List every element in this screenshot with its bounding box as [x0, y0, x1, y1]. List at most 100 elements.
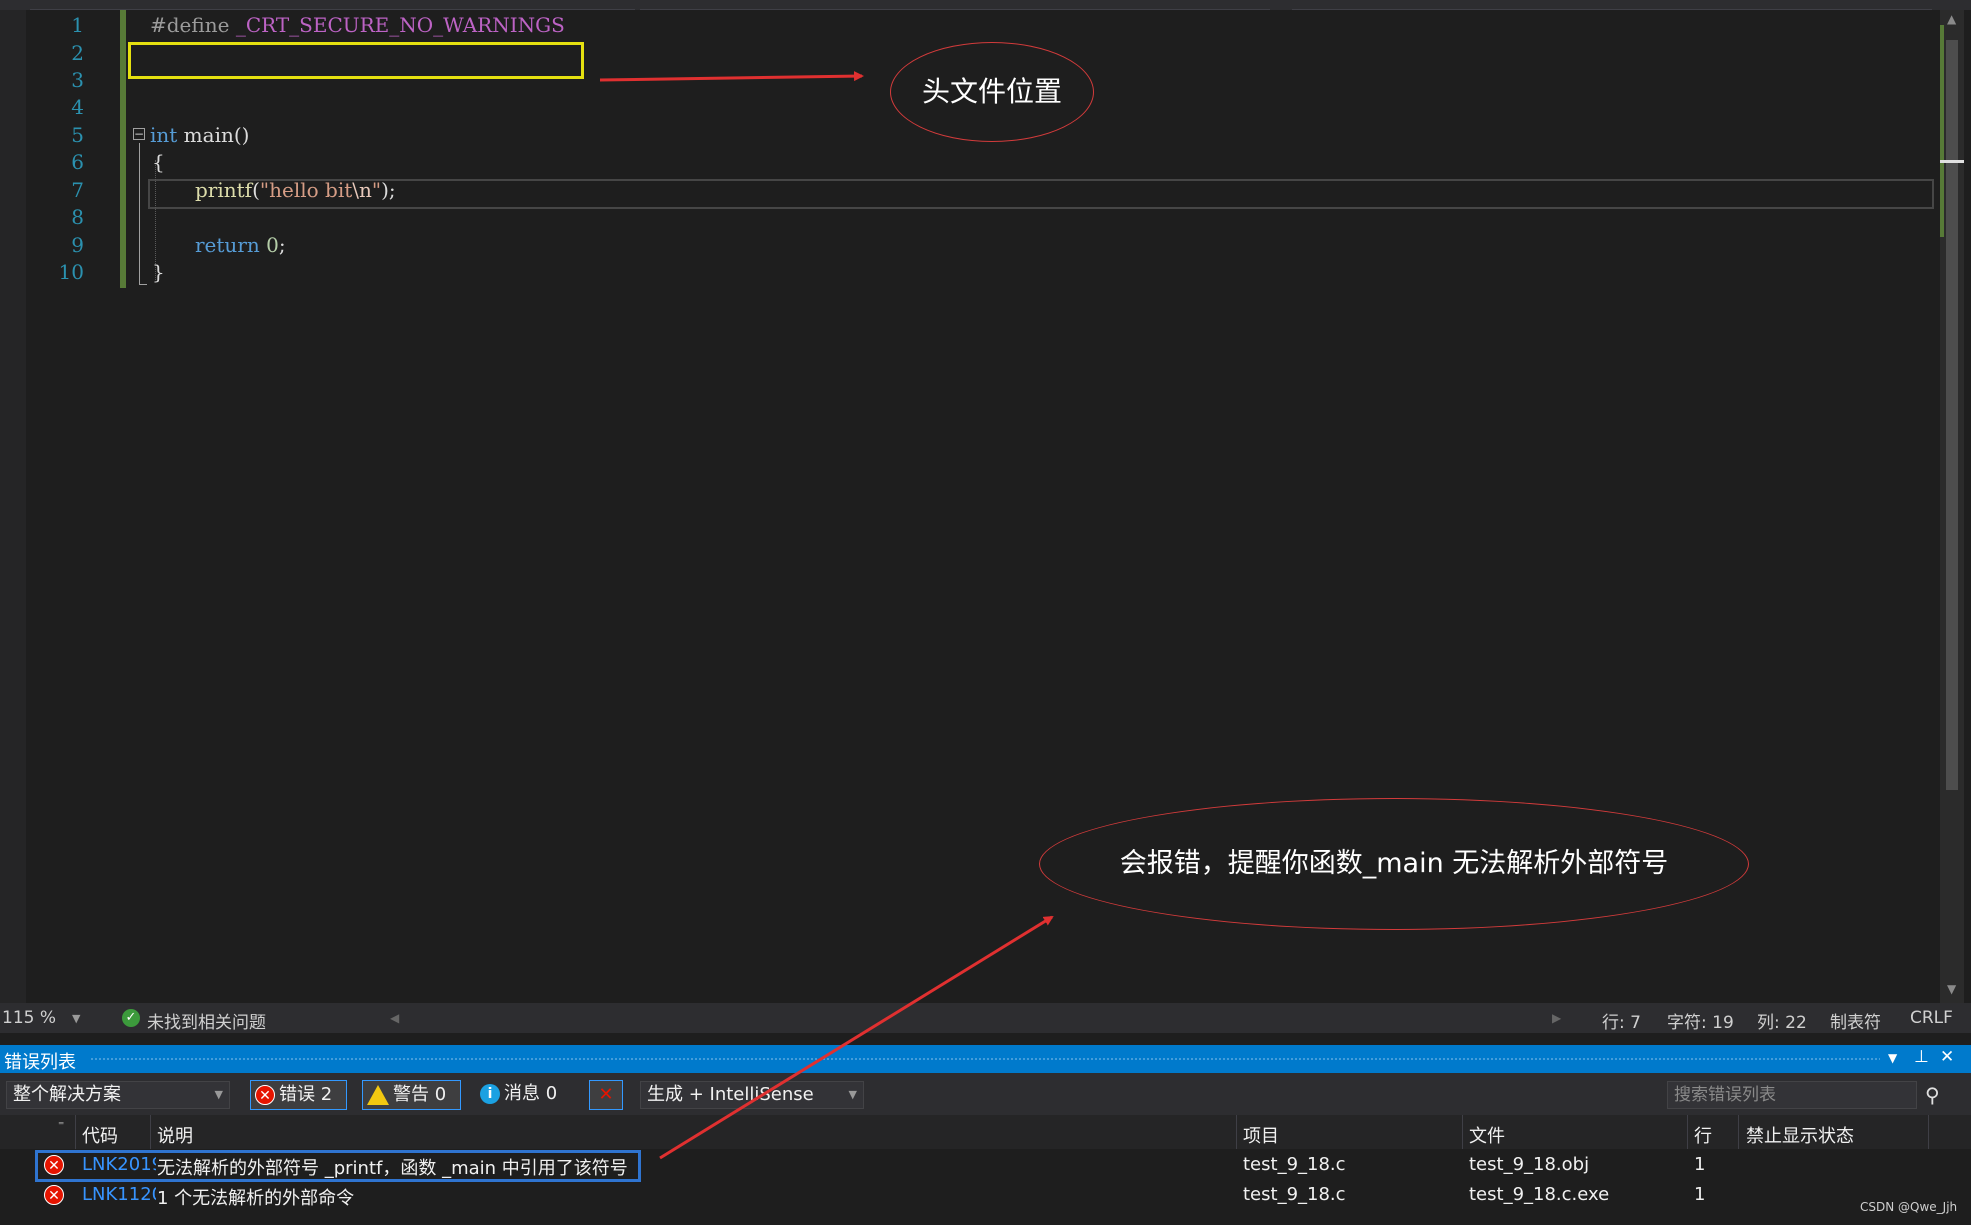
- column-line[interactable]: 行: [1694, 1122, 1712, 1148]
- error-list-titlebar[interactable]: 错误列表 ▼ ⊥ ✕: [0, 1045, 1971, 1073]
- selected-row-outline: [35, 1150, 641, 1182]
- build-source-dropdown[interactable]: 生成 + IntelliSense ▼: [640, 1081, 864, 1109]
- line-ending[interactable]: CRLF: [1910, 1008, 1953, 1028]
- zoom-level[interactable]: 115 %: [2, 1008, 56, 1028]
- macro-name: _CRT_SECURE_NO_WARNINGS: [235, 13, 565, 37]
- zoom-dropdown-icon[interactable]: ▼: [72, 1012, 80, 1025]
- cursor-char: 字符: 19: [1667, 1013, 1734, 1033]
- collapse-icon[interactable]: −: [133, 128, 145, 140]
- error-icon: ✕: [44, 1184, 64, 1205]
- panel-title: 错误列表: [4, 1052, 76, 1073]
- column-divider[interactable]: [75, 1115, 76, 1149]
- messages-count-label: 消息 0: [504, 1083, 558, 1104]
- error-project: test_9_18.c: [1243, 1154, 1346, 1175]
- number-literal: 0: [266, 233, 279, 257]
- error-project: test_9_18.c: [1243, 1184, 1346, 1205]
- column-file[interactable]: 文件: [1469, 1122, 1505, 1148]
- panel-menu-icon[interactable]: ▼: [1888, 1051, 1897, 1065]
- line-number: 4: [71, 95, 84, 119]
- column-divider[interactable]: [1236, 1115, 1237, 1149]
- errors-filter-button[interactable]: ✕ 错误 2: [250, 1080, 347, 1110]
- column-project[interactable]: 项目: [1243, 1122, 1279, 1148]
- scope-dropdown[interactable]: 整个解决方案 ▼: [6, 1081, 230, 1109]
- editor-margin: [0, 10, 26, 1003]
- semicolon: ;: [278, 233, 286, 257]
- column-suppression[interactable]: 禁止显示状态: [1746, 1122, 1854, 1148]
- column-divider[interactable]: [1738, 1115, 1739, 1149]
- open-brace: {: [152, 150, 165, 174]
- escape-sequence: \n: [352, 178, 372, 202]
- search-input[interactable]: 搜索错误列表: [1667, 1081, 1917, 1109]
- line-number: 2: [71, 41, 84, 65]
- chevron-down-icon: ▼: [214, 1088, 223, 1101]
- close-icon[interactable]: ✕: [1940, 1047, 1954, 1067]
- errors-count-label: 错误 2: [279, 1084, 333, 1105]
- keyword-int: int: [150, 123, 178, 147]
- line-number: 10: [58, 260, 84, 284]
- code-line-5[interactable]: int main(): [150, 123, 249, 147]
- statement-end: );: [381, 178, 396, 202]
- string-quote: ": [371, 178, 382, 202]
- info-icon: i: [480, 1084, 500, 1104]
- column-divider[interactable]: [1928, 1115, 1929, 1149]
- paren: (: [252, 178, 260, 202]
- watermark: CSDN @Qwe_Jjh: [1860, 1200, 1958, 1214]
- function-call: printf: [195, 178, 253, 202]
- error-explanation-note: 会报错，提醒你函数_main 无法解析外部符号: [1039, 798, 1749, 930]
- current-line-highlight: [148, 179, 1934, 209]
- code-line-9[interactable]: return 0;: [195, 233, 286, 257]
- tab-region-right[interactable]: [1292, 0, 1932, 10]
- sort-icon[interactable]: ⁼: [58, 1118, 64, 1132]
- scroll-up-icon[interactable]: ▲: [1947, 12, 1956, 26]
- scope-value: 整个解决方案: [13, 1084, 121, 1105]
- column-divider[interactable]: [150, 1115, 151, 1149]
- line-number: 9: [71, 233, 84, 257]
- code-line-7[interactable]: printf("hello bit\n");: [195, 178, 396, 202]
- code-line-10[interactable]: }: [152, 260, 165, 284]
- column-divider[interactable]: [1462, 1115, 1463, 1149]
- tab-region-middle[interactable]: [640, 0, 1270, 10]
- code-line-1[interactable]: #define _CRT_SECURE_NO_WARNINGS: [150, 13, 565, 37]
- error-list-header: ⁼ 代码 说明 项目 文件 行 禁止显示状态: [0, 1115, 1971, 1149]
- issues-status[interactable]: 未找到相关问题: [147, 1008, 266, 1033]
- scroll-right-icon[interactable]: ▶: [1552, 1011, 1561, 1025]
- search-icon[interactable]: ⚲: [1925, 1083, 1940, 1107]
- error-code[interactable]: LNK1120: [82, 1184, 156, 1205]
- indent-mode[interactable]: 制表符: [1830, 1008, 1881, 1033]
- editor-status-bar: 115 % ▼ ✓ 未找到相关问题 ◀ ▶ 行: 7 字符: 19 列: 22 …: [0, 1003, 1971, 1033]
- line-number: 7: [71, 178, 84, 202]
- column-divider[interactable]: [1687, 1115, 1688, 1149]
- scroll-down-icon[interactable]: ▼: [1947, 982, 1956, 996]
- chevron-down-icon: ▼: [848, 1088, 857, 1101]
- table-row[interactable]: ✕ LNK1120 1 个无法解析的外部命令 test_9_18.c test_…: [0, 1181, 1971, 1211]
- pin-icon[interactable]: ⊥: [1914, 1047, 1929, 1067]
- scrollbar-thumb[interactable]: [1946, 40, 1958, 790]
- code-line-6[interactable]: {: [152, 150, 165, 174]
- scrollbar-change-marker: [1940, 25, 1944, 237]
- title-grip: [90, 1057, 1880, 1061]
- line-number: 1: [71, 13, 84, 37]
- check-icon: ✓: [122, 1009, 140, 1027]
- preprocessor-keyword: #define: [150, 13, 230, 37]
- header-location-note: 头文件位置: [890, 42, 1094, 142]
- line-number: 6: [71, 150, 84, 174]
- error-file: test_9_18.obj: [1469, 1154, 1590, 1175]
- fold-guide-end: [139, 284, 147, 285]
- scroll-left-icon[interactable]: ◀: [390, 1011, 399, 1025]
- warnings-filter-button[interactable]: 警告 0: [362, 1080, 461, 1110]
- error-file: test_9_18.c.exe: [1469, 1184, 1610, 1205]
- error-line: 1: [1694, 1184, 1706, 1205]
- visual-studio-window: 1 2 3 4 5 6 7 8 9 10 − #define _CRT_SECU…: [0, 0, 1971, 1225]
- line-number: 3: [71, 68, 84, 92]
- error-line: 1: [1694, 1154, 1706, 1175]
- column-code[interactable]: 代码: [82, 1122, 118, 1148]
- filter-icon[interactable]: ✕: [589, 1080, 623, 1110]
- tab-region-left[interactable]: [30, 0, 635, 10]
- line-number: 5: [71, 123, 84, 147]
- change-tracking-bar: [120, 10, 126, 288]
- header-placeholder-highlight: [128, 42, 584, 79]
- column-description[interactable]: 说明: [157, 1122, 193, 1148]
- close-brace: }: [152, 260, 165, 284]
- messages-filter-button[interactable]: i 消息 0: [476, 1080, 576, 1110]
- string-literal: "hello bit: [259, 178, 353, 202]
